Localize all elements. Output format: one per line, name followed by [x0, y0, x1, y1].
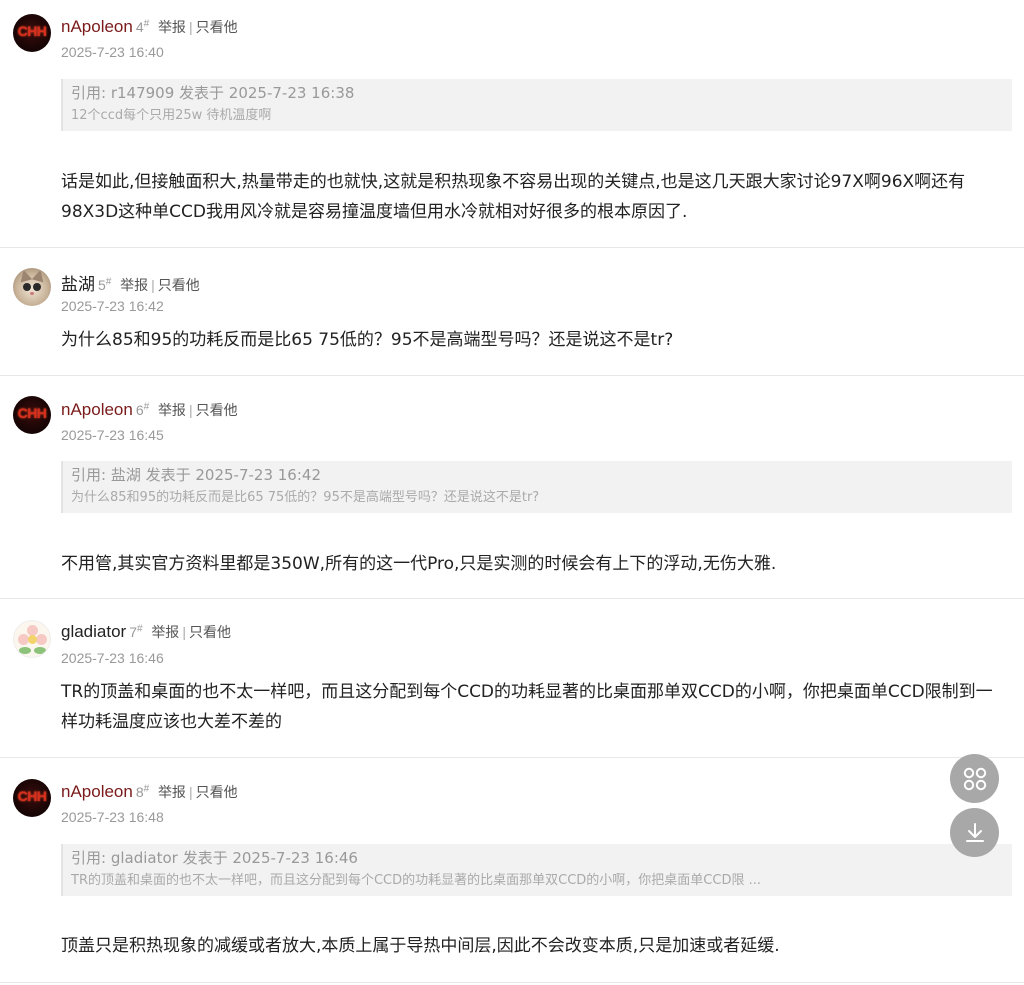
post-floor-4: CHH nApoleon 4# 举报 | 只看他 2025-7-23 16:40 引用…	[0, 0, 1024, 248]
report-link[interactable]: 举报	[120, 277, 148, 293]
avatar[interactable]	[13, 620, 51, 658]
username[interactable]: 盐湖	[61, 275, 95, 294]
separator: |	[151, 277, 155, 293]
separator: |	[188, 19, 193, 35]
floor-number: 6#	[135, 401, 150, 418]
username[interactable]: gladiator	[61, 622, 126, 641]
post-floor-7: gladiator 7# 举报 | 只看他 2025-7-23 16:46 TR的顶盖…	[0, 599, 1024, 758]
floor-number: 5#	[98, 276, 112, 293]
separator: |	[188, 402, 193, 418]
post-time: 2025-7-23 16:46	[61, 650, 164, 666]
avatar[interactable]: CHH	[13, 14, 51, 52]
username[interactable]: nApoleon	[61, 782, 133, 801]
quote-header: 引用: 盐湖 发表于 2025-7-23 16:42	[71, 466, 321, 484]
only-view-link[interactable]: 只看他	[196, 402, 238, 418]
post-floor-5: 盐湖 5# 举报 | 只看他 2025-7-23 16:42 为什么85和95的功耗反…	[0, 248, 1024, 376]
only-view-link[interactable]: 只看他	[189, 624, 231, 640]
floor-value: 5	[98, 277, 106, 293]
avatar-logo-text: CHH	[17, 405, 47, 421]
quote-header: 引用: r147909 发表于 2025-7-23 16:38	[71, 84, 355, 102]
post-time: 2025-7-23 16:42	[61, 298, 164, 314]
post-header: nApoleon 6# 举报 | 只看他	[61, 400, 238, 420]
avatar[interactable]: CHH	[13, 396, 51, 434]
report-link[interactable]: 举报	[158, 402, 186, 418]
quote-header: 引用: gladiator 发表于 2025-7-23 16:46	[71, 849, 358, 867]
download-button[interactable]	[950, 808, 999, 857]
cat-ear-left	[17, 268, 33, 283]
post-time: 2025-7-23 16:48	[61, 809, 164, 825]
post-content: 不用管,其实官方资料里都是350W,所有的这一代Pro,只是实测的时候会有上下的…	[61, 554, 777, 574]
flower-leaf	[19, 647, 31, 654]
flower-center	[28, 635, 37, 644]
quote-block: 引用: 盐湖 发表于 2025-7-23 16:42 为什么85和95的功耗反而…	[61, 461, 1012, 513]
separator: |	[188, 784, 193, 800]
floor-value: 8	[135, 784, 144, 800]
cat-eye-left	[23, 283, 31, 291]
quote-body: TR的顶盖和桌面的也不太一样吧，而且这分配到每个CCD的功耗显著的比桌面那单双C…	[71, 873, 761, 888]
post-content: 话是如此,但接触面积大,热量带走的也就快,这就是积热现象不容易出现的关键点,也是…	[61, 172, 966, 222]
floor-value: 6	[135, 402, 144, 418]
post-header: 盐湖 5# 举报 | 只看他	[61, 270, 200, 295]
cat-ear-right	[31, 268, 47, 283]
avatar[interactable]: CHH	[13, 779, 51, 817]
post-floor-8: CHH nApoleon 8# 举报 | 只看他 2025-7-23 16:48 引用…	[0, 758, 1024, 983]
floor-mark: #	[137, 623, 143, 635]
post-header: nApoleon 8# 举报 | 只看他	[61, 782, 238, 802]
post-header: nApoleon 4# 举报 | 只看他	[61, 17, 238, 37]
post-time: 2025-7-23 16:45	[61, 427, 164, 443]
report-link[interactable]: 举报	[158, 784, 186, 800]
post-floor-6: CHH nApoleon 6# 举报 | 只看他 2025-7-23 16:45 引用…	[0, 376, 1024, 599]
quote-block: 引用: r147909 发表于 2025-7-23 16:38 12个ccd每个…	[61, 79, 1012, 131]
only-view-link[interactable]: 只看他	[158, 277, 200, 293]
username[interactable]: nApoleon	[61, 400, 133, 419]
report-link[interactable]: 举报	[158, 19, 186, 35]
floor-mark: #	[105, 276, 112, 288]
post-content: 顶盖只是积热现象的减缓或者放大,本质上属于导热中间层,因此不会改变本质,只是加速…	[61, 936, 780, 956]
quote-block: 引用: gladiator 发表于 2025-7-23 16:46 TR的顶盖和…	[61, 844, 1012, 896]
post-content: 为什么85和95的功耗反而是比65 75低的？95不是高端型号吗？还是说这不是t…	[61, 330, 674, 350]
floor-value: 7	[129, 624, 138, 640]
only-view-link[interactable]: 只看他	[196, 19, 238, 35]
floor-value: 4	[135, 19, 144, 35]
post-header: gladiator 7# 举报 | 只看他	[61, 622, 231, 642]
flower-leaf	[34, 647, 46, 654]
avatar-logo-text: CHH	[17, 788, 47, 804]
only-view-link[interactable]: 只看他	[196, 784, 238, 800]
username[interactable]: nApoleon	[61, 17, 133, 36]
flower-petal	[36, 634, 47, 645]
floor-number: 7#	[129, 623, 143, 640]
report-link[interactable]: 举报	[151, 624, 179, 640]
quote-body: 12个ccd每个只用25w 待机温度啊	[71, 108, 272, 123]
apps-grid-icon	[963, 767, 986, 790]
floor-mark: #	[143, 401, 150, 413]
apps-button[interactable]	[950, 754, 999, 803]
avatar[interactable]	[13, 268, 51, 306]
floor-mark: #	[143, 18, 150, 30]
post-content: TR的顶盖和桌面的也不太一样吧，而且这分配到每个CCD的功耗显著的比桌面那单双C…	[61, 682, 993, 732]
cat-eye-right	[33, 283, 41, 291]
avatar-logo-text: CHH	[17, 23, 47, 39]
cat-nose	[30, 292, 34, 295]
quote-body: 为什么85和95的功耗反而是比65 75低的？95不是高端型号吗？还是说这不是t…	[71, 490, 540, 505]
floor-mark: #	[143, 783, 150, 795]
download-arrow-icon	[965, 822, 984, 842]
floor-number: 8#	[135, 783, 150, 800]
floor-number: 4#	[135, 18, 150, 35]
separator: |	[182, 624, 186, 640]
post-time: 2025-7-23 16:40	[61, 44, 164, 60]
